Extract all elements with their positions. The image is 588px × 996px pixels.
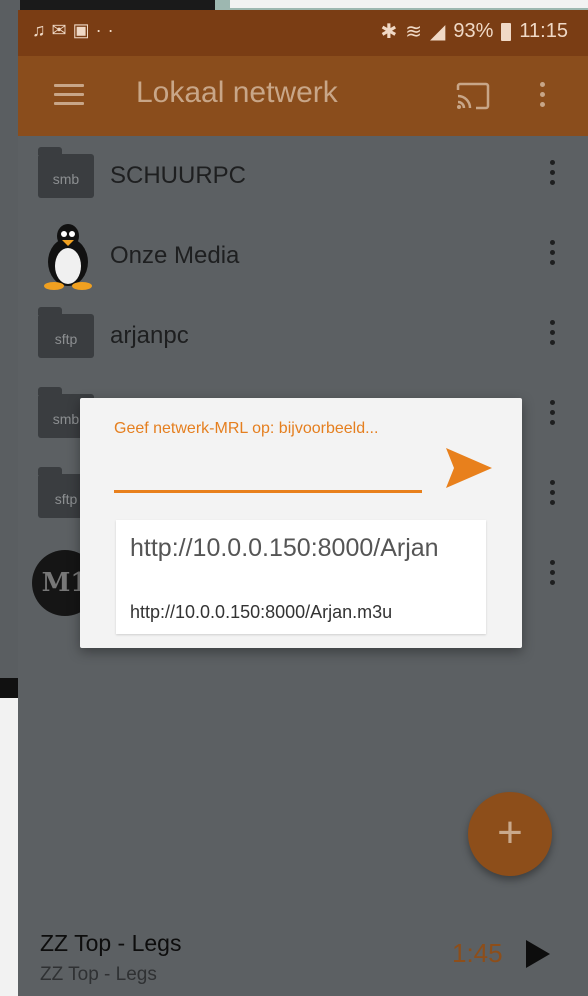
add-button[interactable]: +	[468, 792, 552, 876]
protocol-badge: sftp	[54, 331, 78, 347]
list-item-label: Onze Media	[110, 242, 240, 269]
linux-penguin-icon	[44, 224, 92, 290]
overflow-menu-icon[interactable]	[538, 82, 546, 112]
url-suggestion[interactable]: http://10.0.0.150:8000/Arjan http://10.0…	[116, 520, 486, 634]
background-shape	[0, 678, 20, 698]
item-more-icon[interactable]	[548, 240, 556, 270]
list-item[interactable]: smb SCHUURPC	[18, 136, 588, 216]
folder-icon: smb	[38, 147, 94, 198]
cast-icon[interactable]	[456, 82, 490, 110]
page-title: Lokaal netwerk	[136, 76, 338, 109]
background-screen	[0, 0, 20, 690]
protocol-badge: smb	[52, 171, 80, 187]
track-title: ZZ Top - Legs	[40, 930, 182, 956]
dialog-label: Geef netwerk-MRL op: bijvoorbeeld...	[114, 420, 379, 437]
status-right-icons: ✱ ≋ ◢ 93% 11:15	[380, 19, 568, 44]
send-icon[interactable]	[444, 446, 494, 490]
play-icon[interactable]	[526, 940, 550, 968]
track-time: 1:45	[452, 938, 503, 968]
mini-player[interactable]: ZZ Top - Legs ZZ Top - Legs 1:45	[18, 916, 588, 996]
suggestion-subtitle: http://10.0.0.150:8000/Arjan.m3u	[130, 602, 393, 622]
mail-icon: ✉	[51, 20, 73, 40]
more-dots-icon: ··	[95, 20, 120, 40]
item-more-icon[interactable]	[548, 480, 556, 510]
bluetooth-icon: ✱	[380, 21, 398, 43]
app-bar: Lokaal netwerk	[18, 56, 588, 136]
wifi-icon: ≋	[405, 21, 422, 43]
mrl-input[interactable]	[114, 450, 422, 493]
list-item[interactable]: Onze Media	[18, 216, 588, 296]
list-item-label: arjanpc	[110, 322, 189, 349]
item-more-icon[interactable]	[548, 560, 556, 590]
protocol-badge: sftp	[54, 491, 78, 507]
battery-percent: 93%	[453, 20, 494, 42]
clock: 11:15	[519, 20, 568, 42]
list-item[interactable]: sftp arjanpc	[18, 296, 588, 376]
item-more-icon[interactable]	[548, 160, 556, 190]
battery-icon	[501, 22, 512, 41]
list-item-label: SCHUURPC	[110, 162, 247, 189]
item-more-icon[interactable]	[548, 320, 556, 350]
suggestion-title: http://10.0.0.150:8000/Arjan	[130, 534, 439, 562]
track-artist: ZZ Top - Legs	[40, 964, 157, 985]
status-bar: ♫✉▣·· ✱ ≋ ◢ 93% 11:15	[18, 10, 588, 56]
signal-icon: ◢	[430, 21, 446, 43]
phone-screen: ♫✉▣·· ✱ ≋ ◢ 93% 11:15 Lokaal netwerk smb	[18, 10, 588, 996]
status-left-icons: ♫✉▣··	[32, 20, 120, 41]
protocol-badge: smb	[52, 411, 80, 427]
background-shape	[0, 698, 20, 996]
hamburger-menu-icon[interactable]	[54, 84, 84, 108]
image-icon: ▣	[72, 20, 96, 40]
folder-icon: sftp	[38, 307, 94, 358]
notification-icon: ♫	[32, 20, 52, 40]
background-shape	[230, 0, 588, 8]
network-mrl-dialog: Geef netwerk-MRL op: bijvoorbeeld... htt…	[80, 398, 522, 648]
item-more-icon[interactable]	[548, 400, 556, 430]
